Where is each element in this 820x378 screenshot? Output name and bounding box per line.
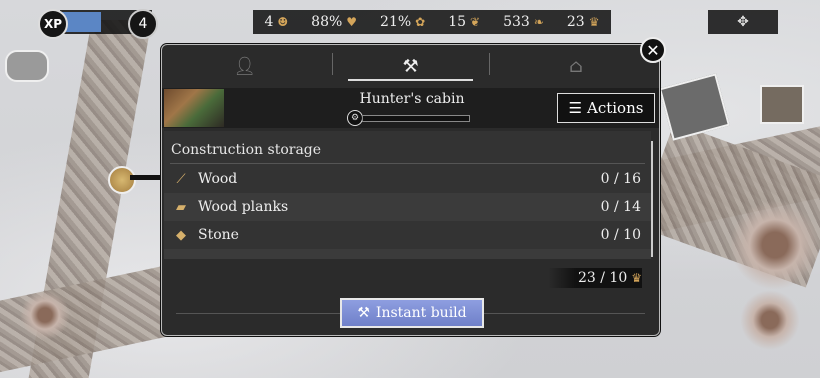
construction-storage-list[interactable]: Construction storage ⟋ Wood 0 / 16 ▰ Woo…	[164, 131, 651, 259]
close-icon: ✕	[646, 40, 660, 60]
item-name: Stone	[198, 227, 239, 243]
crown-icon: ♛	[588, 15, 600, 29]
resource-value: 533	[503, 14, 530, 30]
bare-tree	[740, 290, 800, 350]
list-item: ⟋ Wood 0 / 16	[164, 165, 651, 193]
tab-construction[interactable]: ⚒	[328, 45, 494, 87]
building[interactable]	[5, 50, 49, 82]
building-thumbnail	[164, 89, 224, 127]
villager-icon: ☻	[277, 15, 289, 29]
resource-bar[interactable]: 4 ☻ 88% ♥ 21% ✿ 15 ❦ 533 ❧ 23 ♛	[253, 10, 611, 34]
item-name: Wood planks	[198, 199, 289, 215]
tab-building[interactable]: ⌂	[493, 45, 659, 87]
resource-value: 23	[566, 14, 585, 30]
map-marker-bar	[130, 175, 162, 180]
resource-happiness[interactable]: 21% ✿	[380, 14, 425, 30]
item-value: 0 / 14	[600, 199, 641, 215]
build-progress-bar	[362, 115, 470, 122]
list-item: ▰ Wood planks 0 / 14	[164, 193, 651, 221]
instant-cost: 23 / 10 ♛	[548, 268, 642, 288]
bare-tree	[730, 200, 820, 290]
building-name: Hunter's cabin	[359, 91, 465, 107]
instant-build-button[interactable]: ⚒ Instant build	[340, 298, 484, 328]
health-icon: ♥	[346, 15, 358, 29]
wood-icon: ⟋	[176, 171, 186, 187]
level-badge[interactable]: 4	[128, 9, 158, 39]
resource-health[interactable]: 88% ♥	[311, 14, 357, 30]
scrollbar[interactable]	[651, 141, 653, 257]
person-icon: 👤︎	[233, 55, 257, 77]
resource-value: 21%	[380, 14, 412, 30]
tab-divider	[332, 53, 333, 75]
cost-value: 23 / 10	[577, 270, 628, 286]
item-value: 0 / 16	[600, 171, 641, 187]
progress-icon: ⚙	[347, 110, 363, 126]
crown-icon: ♛	[631, 271, 642, 285]
bare-tree	[20, 290, 70, 340]
hammer-icon: ⚒	[357, 305, 370, 321]
list-icon: ☰	[568, 99, 582, 117]
building[interactable]	[659, 73, 730, 141]
compass-button[interactable]: ✥	[708, 10, 778, 34]
close-button[interactable]: ✕	[640, 37, 666, 63]
wood-planks-icon: ▰	[176, 199, 186, 215]
resource-food[interactable]: 15 ❦	[448, 14, 480, 30]
actions-label: Actions	[587, 99, 644, 117]
level-value: 4	[138, 16, 148, 32]
building-dialog: 👤︎ ⚒ ⌂ Hunter's cabin ⚙ ☰ Actions Constr…	[161, 44, 660, 336]
item-value: 0 / 10	[600, 227, 641, 243]
resource-value: 4	[264, 14, 274, 30]
food-icon: ❦	[470, 15, 481, 29]
xp-label: XP	[43, 17, 63, 31]
list-item: ◆ Stone 0 / 10	[164, 221, 651, 249]
dialog-tabs: 👤︎ ⚒ ⌂	[162, 45, 659, 87]
xp-icon: XP	[38, 9, 68, 39]
actions-button[interactable]: ☰ Actions	[557, 93, 655, 123]
house-icon: ⌂	[569, 55, 584, 77]
resource-villagers[interactable]: 4 ☻	[264, 14, 288, 30]
resource-crowns[interactable]: 23 ♛	[567, 14, 600, 30]
happiness-icon: ✿	[415, 15, 426, 29]
build-hammer-icon: ⚒	[402, 55, 419, 77]
resource-value: 15	[448, 14, 467, 30]
instant-build-label: Instant build	[375, 305, 467, 321]
resource-value: 88%	[311, 14, 343, 30]
tab-workers[interactable]: 👤︎	[162, 45, 328, 87]
building[interactable]	[760, 85, 804, 124]
stone-icon: ◆	[176, 227, 186, 243]
list-item-partial	[164, 249, 651, 259]
item-name: Wood	[198, 171, 238, 187]
compass-icon: ✥	[737, 14, 749, 30]
coins-icon: ❧	[533, 15, 544, 29]
divider	[170, 163, 645, 164]
resource-coins[interactable]: 533 ❧	[503, 14, 544, 30]
storage-title: Construction storage	[171, 142, 322, 158]
map-marker-icon[interactable]	[108, 166, 136, 194]
tab-divider	[489, 53, 490, 75]
